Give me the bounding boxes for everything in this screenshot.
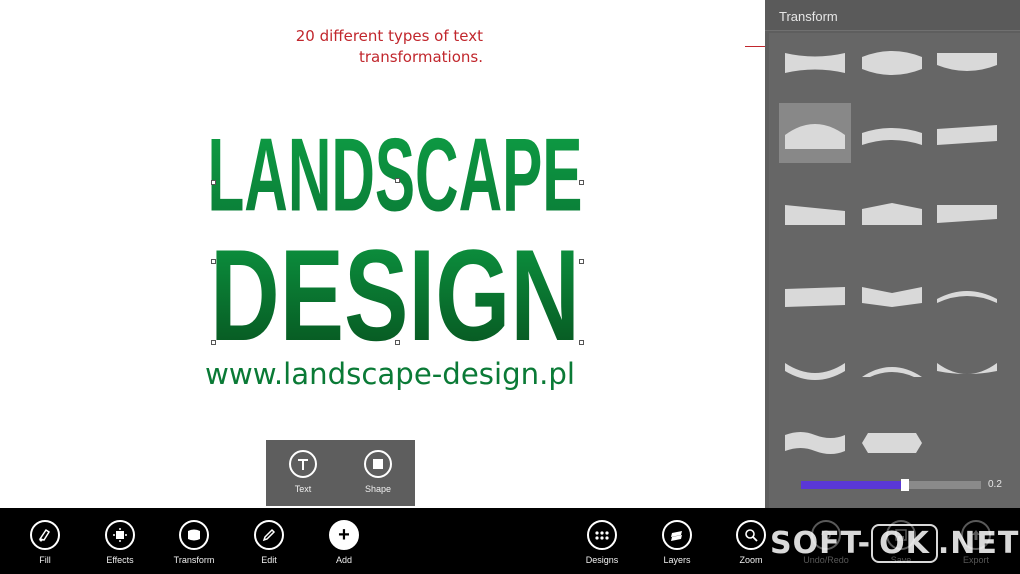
zoom-icon bbox=[736, 520, 766, 550]
fill-button[interactable]: Fill bbox=[17, 520, 73, 565]
transform-option[interactable] bbox=[931, 343, 1003, 403]
watermark-part3: .NET bbox=[937, 526, 1020, 561]
transform-button[interactable]: Transform bbox=[166, 520, 222, 565]
add-button[interactable]: + Add bbox=[316, 520, 372, 565]
design-canvas[interactable]: LANDSCAPE DESIGN www.landscape-design.pl… bbox=[0, 0, 765, 508]
add-text-label: Text bbox=[294, 484, 312, 494]
layers-button[interactable]: Layers bbox=[649, 520, 705, 565]
logo-url: www.landscape-design.pl bbox=[205, 357, 575, 391]
transform-option[interactable] bbox=[931, 103, 1003, 163]
layers-icon bbox=[662, 520, 692, 550]
watermark-part1: SOFT- bbox=[770, 526, 872, 561]
selection-handle[interactable] bbox=[211, 259, 216, 264]
transform-option[interactable] bbox=[856, 413, 928, 473]
edit-icon bbox=[254, 520, 284, 550]
watermark-logo: SOFT- OK .NET bbox=[770, 524, 1019, 563]
transform-option[interactable] bbox=[931, 183, 1003, 243]
transform-option[interactable] bbox=[779, 183, 851, 243]
add-icon: + bbox=[329, 520, 359, 550]
intensity-slider-thumb[interactable] bbox=[901, 479, 910, 491]
panel-header: Transform bbox=[765, 0, 1020, 31]
effects-icon bbox=[105, 520, 135, 550]
intensity-slider-fill bbox=[801, 481, 906, 489]
selection-handle[interactable] bbox=[579, 259, 584, 264]
transform-grid bbox=[769, 33, 1020, 508]
add-shape-button[interactable]: Shape bbox=[353, 450, 403, 494]
logo-artwork[interactable]: LANDSCAPE DESIGN www.landscape-design.pl bbox=[190, 90, 600, 400]
selection-handle[interactable] bbox=[211, 180, 216, 185]
add-shape-label: Shape bbox=[364, 484, 392, 494]
slider-value: 0.2 bbox=[988, 479, 1002, 490]
transform-option[interactable] bbox=[931, 33, 1003, 93]
effects-label: Effects bbox=[106, 555, 134, 565]
callout-line1: 20 different types of text bbox=[295, 27, 483, 45]
transform-option[interactable] bbox=[779, 343, 851, 403]
transform-option[interactable] bbox=[779, 413, 851, 473]
logo-line1: LANDSCAPE bbox=[207, 117, 582, 233]
transform-option[interactable] bbox=[856, 103, 928, 163]
transform-option[interactable] bbox=[856, 183, 928, 243]
selection-handle[interactable] bbox=[395, 178, 400, 183]
fill-label: Fill bbox=[39, 555, 51, 565]
panel-title: Transform bbox=[779, 9, 838, 24]
transform-option[interactable] bbox=[856, 263, 928, 323]
transform-option[interactable] bbox=[779, 263, 851, 323]
selection-handle[interactable] bbox=[395, 340, 400, 345]
text-icon bbox=[289, 450, 317, 478]
transform-panel: Transform bbox=[765, 0, 1020, 508]
designs-label: Designs bbox=[585, 555, 619, 565]
transform-icon bbox=[179, 520, 209, 550]
selection-handle[interactable] bbox=[579, 340, 584, 345]
layers-label: Layers bbox=[663, 555, 691, 565]
transform-option[interactable] bbox=[856, 343, 928, 403]
callout-annotation: 20 different types of text transformatio… bbox=[296, 26, 483, 68]
selection-handle[interactable] bbox=[579, 180, 584, 185]
add-popup: Text Shape bbox=[266, 440, 415, 506]
add-text-button[interactable]: Text bbox=[278, 450, 328, 494]
logo-line2: DESIGN bbox=[210, 222, 580, 368]
transform-option[interactable] bbox=[856, 33, 928, 93]
edit-button[interactable]: Edit bbox=[241, 520, 297, 565]
designs-button[interactable]: Designs bbox=[574, 520, 630, 565]
callout-line2: transformations. bbox=[358, 48, 483, 66]
transform-label: Transform bbox=[173, 555, 215, 565]
designs-icon bbox=[587, 520, 617, 550]
watermark-part2: OK bbox=[871, 524, 938, 563]
selection-handle[interactable] bbox=[211, 340, 216, 345]
edit-label: Edit bbox=[261, 555, 277, 565]
effects-button[interactable]: Effects bbox=[92, 520, 148, 565]
transform-option-selected[interactable] bbox=[779, 103, 851, 163]
fill-icon bbox=[30, 520, 60, 550]
transform-option[interactable] bbox=[779, 33, 851, 93]
add-label: Add bbox=[335, 555, 352, 565]
shape-icon bbox=[364, 450, 392, 478]
transform-option[interactable] bbox=[931, 263, 1003, 323]
